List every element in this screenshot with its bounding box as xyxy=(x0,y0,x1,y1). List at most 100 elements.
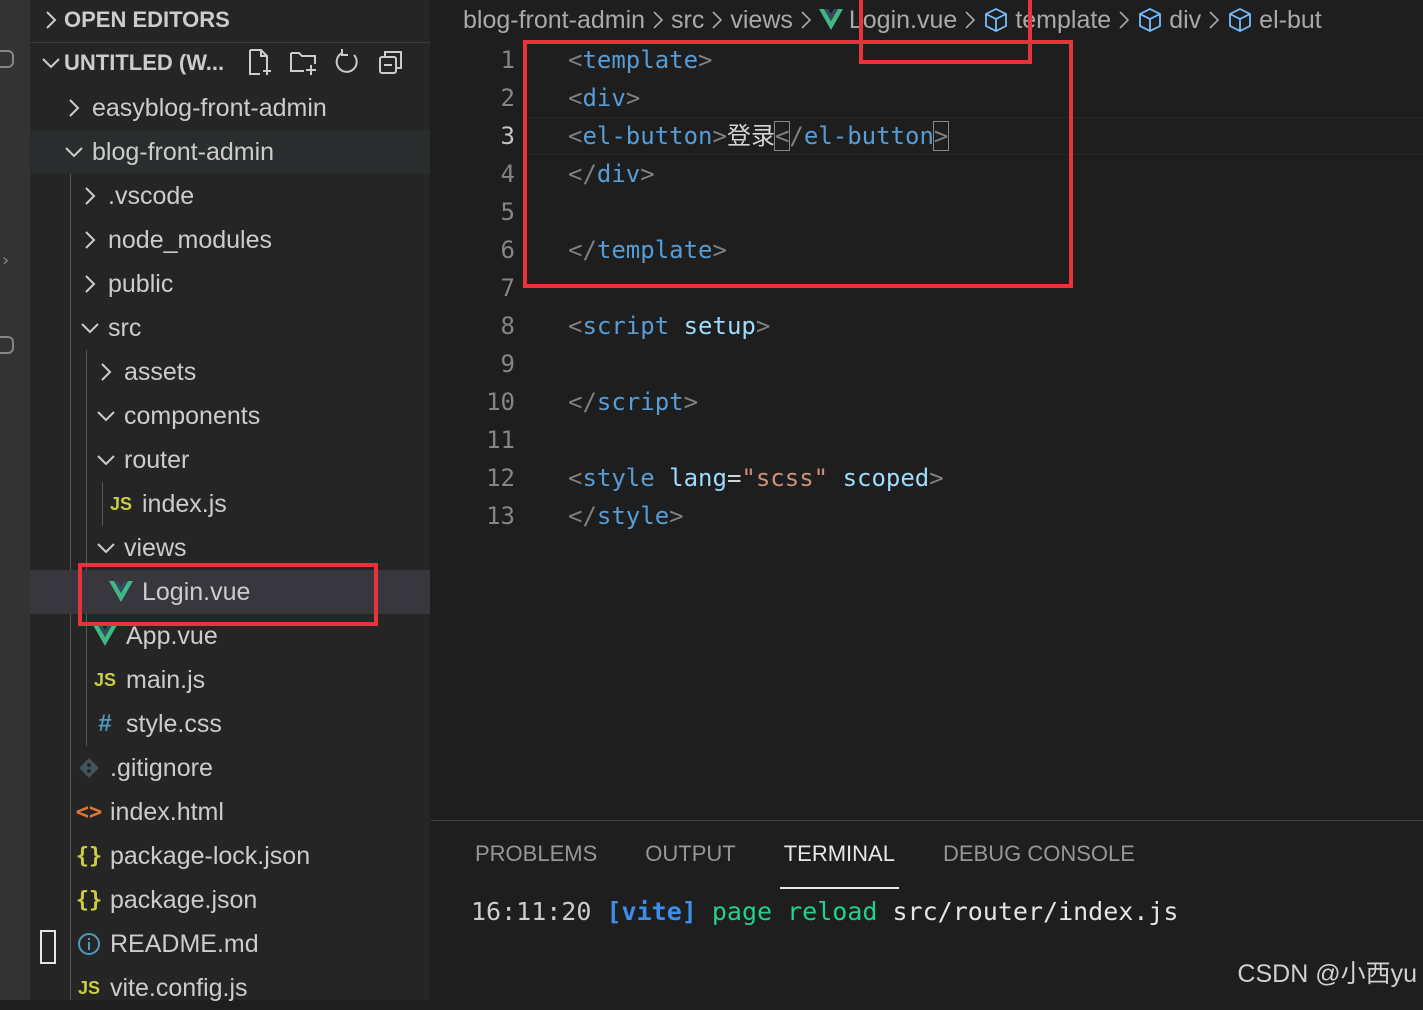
watermark: CSDN @小西yu xyxy=(1237,960,1417,988)
line-number: 7 xyxy=(500,274,515,302)
code-line[interactable]: </script> xyxy=(568,383,698,421)
tab-output[interactable]: OUTPUT xyxy=(645,841,735,887)
code-line[interactable]: <script setup> xyxy=(568,307,770,345)
line-number: 12 xyxy=(486,464,515,492)
symbol-field-icon xyxy=(1139,7,1162,33)
tree-file-index-js[interactable]: JS index.js xyxy=(30,482,430,526)
chevron-down-icon xyxy=(94,438,118,482)
chevron-down-icon xyxy=(38,43,64,83)
line-number: 6 xyxy=(500,236,515,264)
line-number: 9 xyxy=(500,350,515,378)
tab-terminal[interactable]: TERMINAL xyxy=(779,841,900,889)
info-icon xyxy=(76,922,102,966)
token-punctuation: > xyxy=(755,312,771,340)
extensions-icon[interactable] xyxy=(0,50,14,68)
line-number: 8 xyxy=(500,312,515,340)
tree-file-vite-config-js[interactable]: JS vite.config.js xyxy=(30,966,430,1010)
line-number: 2 xyxy=(500,84,515,112)
tree-item-label: README.md xyxy=(110,929,259,958)
chevron-right-icon xyxy=(78,174,102,218)
tree-item-label: assets xyxy=(124,357,197,386)
tree-file-readme[interactable]: README.md xyxy=(30,922,430,966)
breadcrumb-item[interactable]: src xyxy=(671,6,704,35)
token-punctuation: > xyxy=(929,464,944,492)
terminal-path: src/router/index.js xyxy=(892,897,1179,926)
terminal-message: page reload xyxy=(711,897,878,926)
token-attribute: setup xyxy=(683,312,756,340)
new-folder-icon[interactable] xyxy=(288,47,318,77)
chevron-right-icon xyxy=(62,86,86,130)
token-attribute: scoped xyxy=(842,464,930,492)
tree-folder-public[interactable]: public xyxy=(30,262,430,306)
tree-item-label: public xyxy=(108,269,174,298)
terminal-cursor[interactable] xyxy=(40,930,56,964)
chevron-right-icon xyxy=(78,218,102,262)
token-tag: script xyxy=(596,388,684,416)
tree-folder-blog-front-admin[interactable]: blog-front-admin xyxy=(30,130,430,174)
token-tag: style xyxy=(582,464,655,492)
token-punctuation: </ xyxy=(568,502,597,530)
tab-problems[interactable]: PROBLEMS xyxy=(475,841,597,887)
token-punctuation: </ xyxy=(568,388,597,416)
tree-file-main-js[interactable]: JS main.js xyxy=(30,658,430,702)
tree-folder-assets[interactable]: assets xyxy=(30,350,430,394)
chevron-down-icon xyxy=(78,306,102,350)
refresh-icon[interactable] xyxy=(332,47,362,77)
tree-file-package-lock-json[interactable]: {} package-lock.json xyxy=(30,834,430,878)
collapse-all-icon[interactable] xyxy=(376,47,406,77)
json-file-icon: {} xyxy=(75,843,103,869)
chevron-down-icon xyxy=(62,130,86,174)
breadcrumb-item[interactable]: blog-front-admin xyxy=(463,6,645,35)
chevron-right-icon xyxy=(38,0,64,40)
tree-item-label: vite.config.js xyxy=(110,973,248,1002)
breadcrumb-symbol[interactable]: div xyxy=(1137,6,1201,35)
tree-item-label: style.css xyxy=(126,709,222,738)
tree-folder-components[interactable]: components xyxy=(30,394,430,438)
tree-file-style-css[interactable]: # style.css xyxy=(30,702,430,746)
line-number: 5 xyxy=(500,198,515,226)
tree-item-label: .gitignore xyxy=(110,753,213,782)
breadcrumb-item[interactable]: views xyxy=(730,6,793,35)
tree-file-gitignore[interactable]: .gitignore xyxy=(30,746,430,790)
terminal-tag: [vite] xyxy=(606,897,697,926)
symbol-field-icon xyxy=(1229,7,1252,33)
chevron-right-icon xyxy=(1209,11,1220,29)
tree-item-label: index.html xyxy=(110,797,224,826)
tree-item-label: package.json xyxy=(110,885,258,914)
workspace-header[interactable]: UNTITLED (W... xyxy=(30,42,430,83)
terminal-output-line: 16:11:20 [vite] page reload src/router/i… xyxy=(471,897,1178,926)
tab-debug-console[interactable]: DEBUG CONSOLE xyxy=(943,841,1135,887)
code-line[interactable]: </style> xyxy=(568,497,684,535)
panel-tabs: PROBLEMS OUTPUT TERMINAL DEBUG CONSOLE xyxy=(475,841,1135,889)
token-tag: script xyxy=(582,312,670,340)
new-file-icon[interactable] xyxy=(244,47,274,77)
javascript-file-icon: JS xyxy=(109,493,133,514)
line-number: 1 xyxy=(500,46,515,74)
tree-folder-easyblog-front-admin[interactable]: easyblog-front-admin xyxy=(30,86,430,130)
token-attribute: lang xyxy=(669,464,727,492)
terminal-time: 16:11:20 xyxy=(471,897,592,926)
code-line[interactable]: <style lang="scss" scoped> xyxy=(568,459,944,497)
highlight-box-file xyxy=(78,563,378,626)
tree-folder-vscode[interactable]: .vscode xyxy=(30,174,430,218)
tree-folder-src[interactable]: src xyxy=(30,306,430,350)
token-operator: = xyxy=(726,464,742,492)
token-punctuation: > xyxy=(669,502,684,530)
tree-file-index-html[interactable]: <> index.html xyxy=(30,790,430,834)
json-file-icon: {} xyxy=(75,887,103,913)
highlight-box-code xyxy=(523,40,1073,288)
explorer-sidebar: OPEN EDITORS UNTITLED (W... easyblog-fro… xyxy=(30,0,430,1002)
tree-folder-node-modules[interactable]: node_modules xyxy=(30,218,430,262)
chevron-right-icon xyxy=(712,11,723,29)
open-editors-header[interactable]: OPEN EDITORS xyxy=(30,0,230,40)
chevron-right-icon xyxy=(1119,11,1130,29)
breadcrumb-symbol[interactable]: el-but xyxy=(1227,6,1322,35)
accounts-icon[interactable] xyxy=(0,336,14,354)
token-tag: style xyxy=(596,502,670,530)
chevron-right-icon xyxy=(78,262,102,306)
tree-folder-router[interactable]: router xyxy=(30,438,430,482)
javascript-file-icon: JS xyxy=(93,669,117,690)
tree-item-label: main.js xyxy=(126,665,206,694)
tree-item-label: views xyxy=(124,533,187,562)
tree-file-package-json[interactable]: {} package.json xyxy=(30,878,430,922)
